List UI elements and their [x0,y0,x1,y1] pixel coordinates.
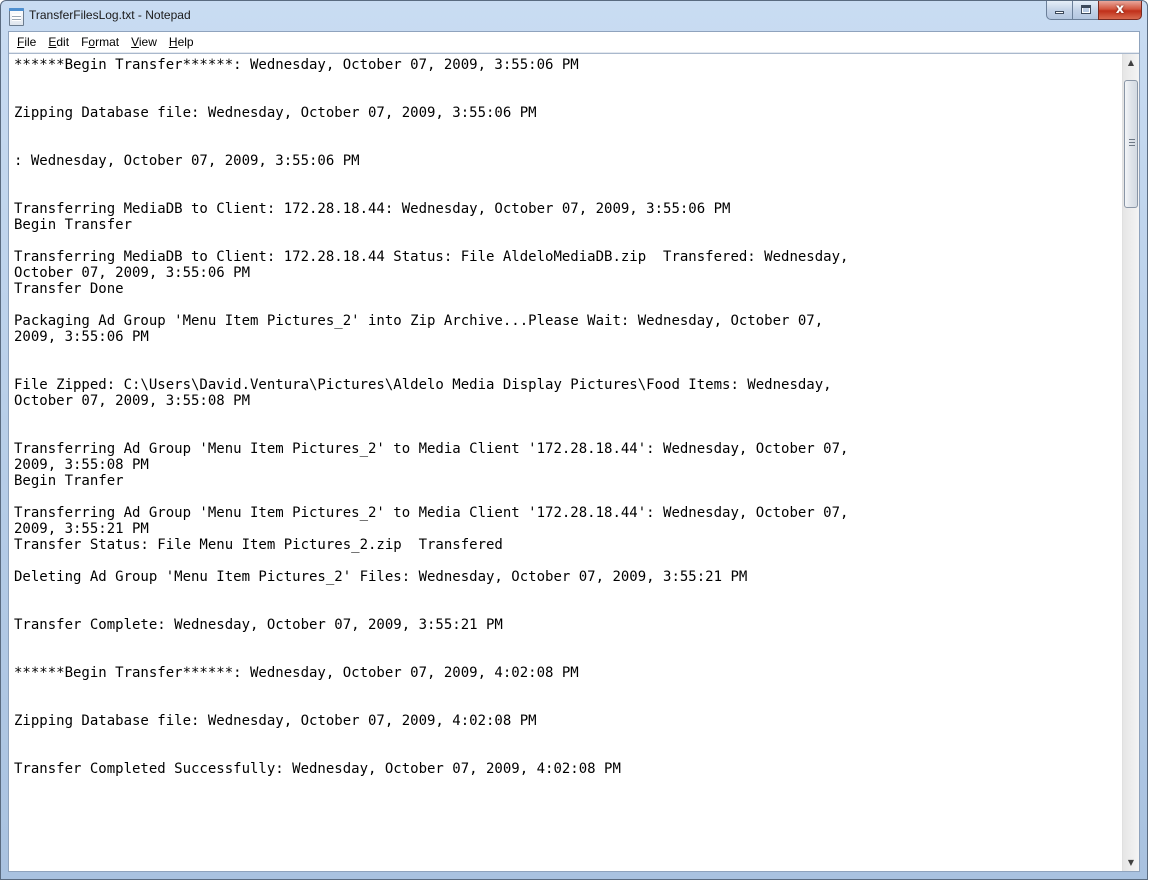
text-line [14,681,1122,697]
minimize-button[interactable] [1046,1,1072,20]
text-line: Zipping Database file: Wednesday, Octobe… [14,105,537,121]
scroll-thumb[interactable] [1124,80,1138,208]
text-line: Zipping Database file: Wednesday, Octobe… [14,713,537,729]
grip-icon [1129,139,1135,146]
text-line [14,137,1122,153]
text-editor-area[interactable]: ******Begin Transfer******: Wednesday, O… [9,54,1122,871]
text-line [14,425,1122,441]
title-bar[interactable]: TransferFilesLog.txt - Notepad x [1,1,1147,31]
text-line: Transfer Complete: Wednesday, October 07… [14,617,503,633]
text-line [14,89,1122,105]
text-line [14,361,1122,377]
text-line: Transfer Status: File Menu Item Pictures… [14,537,503,553]
text-line [14,73,1122,89]
caption-buttons: x [1046,1,1142,22]
text-line: Deleting Ad Group 'Menu Item Pictures_2'… [14,569,748,585]
text-line [14,745,1122,761]
menu-format[interactable]: Format [75,32,125,52]
menu-file[interactable]: File [11,32,42,52]
menu-view[interactable]: View [125,32,163,52]
text-line: Begin Transfer [14,217,133,233]
text-line: : Wednesday, October 07, 2009, 3:55:06 P… [14,153,360,169]
text-line [14,297,1122,313]
window-title: TransferFilesLog.txt - Notepad [29,8,191,22]
scroll-down-arrow-icon[interactable]: ▼ [1123,854,1139,871]
text-line [14,121,1122,137]
text-line: ******Begin Transfer******: Wednesday, O… [14,57,579,73]
client-area: File Edit Format View Help ******Begin T… [8,31,1140,872]
close-button[interactable]: x [1098,1,1142,20]
scroll-up-arrow-icon[interactable]: ▲ [1123,54,1139,71]
minimize-icon [1055,11,1064,14]
text-line [14,729,1122,745]
editor: ******Begin Transfer******: Wednesday, O… [9,53,1139,871]
menu-help[interactable]: Help [163,32,200,52]
maximize-button[interactable] [1072,1,1098,20]
text-line [14,601,1122,617]
notepad-window: TransferFilesLog.txt - Notepad x File Ed… [0,0,1148,880]
text-line [14,633,1122,649]
close-icon: x [1115,2,1125,17]
notepad-icon[interactable] [9,8,24,26]
text-line: 2009, 3:55:06 PM [14,329,149,345]
text-line [14,585,1122,601]
text-line: 2009, 3:55:08 PM [14,457,149,473]
text-line: Begin Tranfer [14,473,124,489]
text-line: Transfer Done [14,281,124,297]
text-line: Transferring Ad Group 'Menu Item Picture… [14,441,849,457]
text-line: File Zipped: C:\Users\David.Ventura\Pict… [14,377,832,393]
menu-edit[interactable]: Edit [42,32,75,52]
text-line: October 07, 2009, 3:55:06 PM [14,265,251,281]
text-line [14,553,1122,569]
text-line [14,233,1122,249]
text-line: ******Begin Transfer******: Wednesday, O… [14,665,579,681]
text-line [14,489,1122,505]
text-line [14,345,1122,361]
text-line: October 07, 2009, 3:55:08 PM [14,393,251,409]
text-line [14,409,1122,425]
text-line: Transferring MediaDB to Client: 172.28.1… [14,201,731,217]
menu-bar: File Edit Format View Help [9,32,1139,53]
text-line: 2009, 3:55:21 PM [14,521,149,537]
vertical-scrollbar[interactable]: ▲ ▼ [1122,54,1139,871]
text-line: Transfer Completed Successfully: Wednesd… [14,761,621,777]
text-line: Packaging Ad Group 'Menu Item Pictures_2… [14,313,824,329]
text-line [14,169,1122,185]
text-line: Transferring Ad Group 'Menu Item Picture… [14,505,849,521]
maximize-icon [1081,5,1091,14]
text-line [14,649,1122,665]
text-line [14,185,1122,201]
text-line [14,697,1122,713]
text-line: Transferring MediaDB to Client: 172.28.1… [14,249,849,265]
